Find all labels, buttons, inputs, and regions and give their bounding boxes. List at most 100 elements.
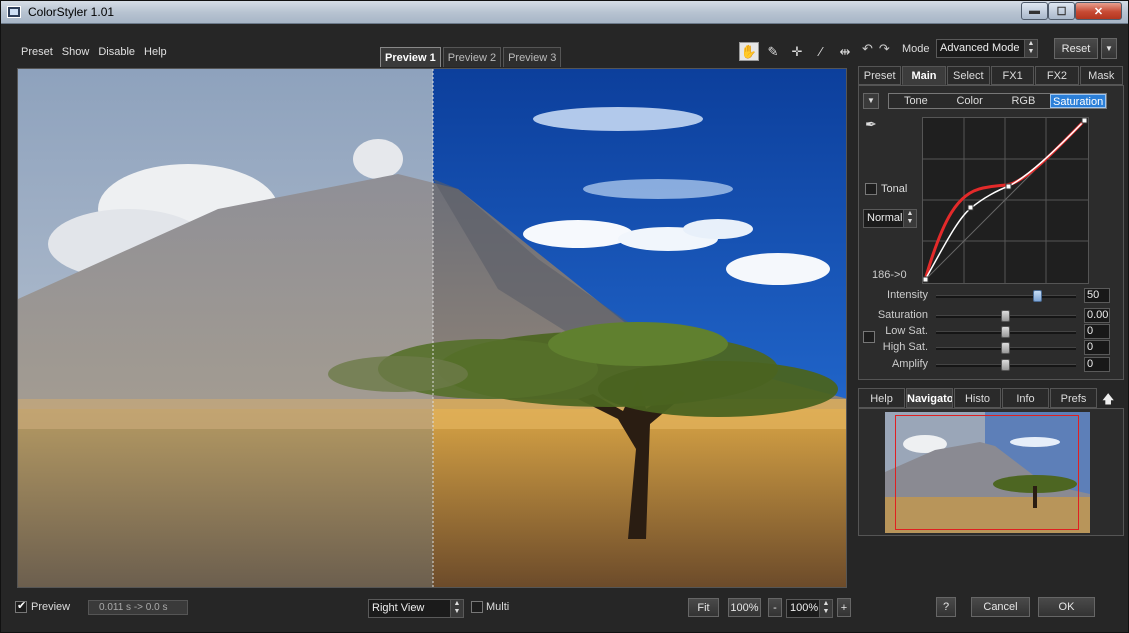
undo-icon[interactable]: ↶ (862, 41, 873, 57)
cancel-button[interactable]: Cancel (971, 597, 1030, 617)
saturation-thumb[interactable] (1001, 310, 1010, 322)
intensity-thumb[interactable] (1033, 290, 1042, 302)
help-button[interactable]: ? (936, 597, 956, 617)
close-button[interactable]: ✕ (1075, 2, 1122, 20)
multi-checkbox[interactable] (471, 601, 483, 613)
preview-image (18, 69, 846, 587)
app-logo-icon (7, 6, 21, 18)
tab-info[interactable]: Info (1002, 388, 1049, 408)
tonal-checkbox-group: Tonal (865, 183, 907, 195)
tab-histo[interactable]: Histo (954, 388, 1001, 408)
zoom-100-button[interactable]: 100% (728, 598, 761, 617)
low-sat-value[interactable]: 0 (1084, 324, 1110, 339)
tab-help[interactable]: Help (858, 388, 905, 408)
mode-select-arrows-icon: ▲ ▼ (1024, 40, 1037, 57)
high-sat-value[interactable]: 0 (1084, 340, 1110, 355)
menu-help[interactable]: Help (144, 46, 167, 58)
curve-point[interactable] (1081, 117, 1088, 124)
preview-checkbox[interactable] (15, 599, 27, 613)
low-sat-slider-row: Low Sat. 0 (861, 324, 1119, 340)
ok-button[interactable]: OK (1038, 597, 1095, 617)
zoom-in-button[interactable]: + (837, 598, 851, 617)
image-preview[interactable] (17, 68, 847, 588)
preview-tabs: Preview 1 Preview 2 Preview 3 (380, 47, 562, 67)
window-title: ColorStyler 1.01 (28, 5, 115, 19)
view-mode-value: Right View (372, 602, 425, 614)
menu-preset[interactable]: Preset (21, 46, 53, 58)
subtab-tone[interactable]: Tone (889, 94, 943, 108)
preview-toggle: Preview (15, 599, 70, 613)
view-mode-arrows-icon: ▲ ▼ (450, 600, 463, 617)
blend-mode-select[interactable]: Normal ▲ ▼ (863, 209, 917, 228)
menu-disable[interactable]: Disable (98, 46, 135, 58)
mode-select[interactable]: Advanced Mode ▲ ▼ (936, 39, 1038, 58)
view-mode-select[interactable]: Right View ▲ ▼ (368, 599, 464, 618)
crosshair-tool-icon[interactable]: ✛ (787, 42, 807, 61)
saturation-value[interactable]: 0.00 (1084, 308, 1110, 323)
curve-point[interactable] (922, 276, 929, 283)
amplify-slider-row: Amplify 0 (861, 357, 1119, 373)
tab-fx2[interactable]: FX2 (1035, 66, 1079, 85)
tonal-label: Tonal (881, 183, 908, 195)
tab-fx1[interactable]: FX1 (990, 66, 1035, 85)
curve-picker-icon[interactable]: ✒ (865, 116, 877, 133)
eyedropper-tool-icon[interactable]: ✎ (763, 42, 783, 61)
maximize-button[interactable]: ☐ (1048, 2, 1075, 20)
tab-preview-1[interactable]: Preview 1 (380, 47, 441, 67)
intensity-track[interactable] (936, 295, 1076, 298)
multi-label: Multi (486, 601, 510, 613)
navigator-viewport-rect[interactable] (895, 415, 1079, 530)
tab-navigator[interactable]: Navigator (906, 388, 953, 408)
hand-tool-icon[interactable]: ✋ (739, 42, 759, 61)
curve-point[interactable] (1005, 183, 1012, 190)
curve-subtabs: Tone Color RGB Saturation (888, 93, 1107, 109)
zoom-out-button[interactable]: - (768, 598, 782, 617)
tonal-checkbox[interactable] (865, 183, 877, 195)
curve-point[interactable] (967, 204, 974, 211)
saturation-slider-row: Saturation 0.00 (861, 308, 1119, 324)
mode-label: Mode (902, 43, 930, 55)
minimize-icon: ▬ (1029, 5, 1040, 17)
tab-preview-2[interactable]: Preview 2 (442, 47, 502, 67)
subtab-saturation[interactable]: Saturation (1050, 94, 1106, 108)
saturation-label: Saturation (877, 309, 928, 321)
zoom-value: 100% (790, 602, 819, 614)
brush-tool-icon[interactable]: ⁄ (811, 42, 831, 61)
redo-icon[interactable]: ↷ (879, 41, 890, 57)
tab-select[interactable]: Select (946, 66, 990, 85)
high-sat-slider-row: High Sat. 0 (861, 340, 1119, 356)
menu-show[interactable]: Show (62, 46, 90, 58)
zoom-select[interactable]: 100% ▲ ▼ (786, 599, 833, 618)
tab-prefs[interactable]: Prefs (1050, 388, 1097, 408)
tab-main[interactable]: Main (902, 66, 946, 85)
split-view-tool-icon[interactable]: ⇹ (835, 42, 855, 61)
curve-graph (922, 117, 1088, 283)
amplify-label: Amplify (891, 358, 928, 370)
subtab-color[interactable]: Color (943, 94, 997, 108)
tab-preview-3[interactable]: Preview 3 (503, 47, 562, 67)
view-toolbar: ✋ ✎ ✛ ⁄ ⇹ (739, 42, 855, 61)
subtabs-dropdown-icon[interactable]: ▼ (863, 93, 879, 109)
amplify-value[interactable]: 0 (1084, 357, 1110, 372)
low-sat-thumb[interactable] (1001, 326, 1010, 338)
high-sat-thumb[interactable] (1001, 342, 1010, 354)
close-icon: ✕ (1093, 5, 1104, 18)
amplify-thumb[interactable] (1001, 359, 1010, 371)
saturation-curve-editor[interactable] (922, 117, 1089, 284)
tab-preset[interactable]: Preset (858, 66, 902, 85)
blend-mode-arrows-icon: ▲ ▼ (903, 210, 916, 227)
multi-toggle: Multi (471, 601, 509, 613)
undo-redo-group: ↶ ↷ (862, 41, 890, 57)
render-timing: 0.011 s -> 0.0 s (88, 600, 188, 615)
tab-mask[interactable]: Mask (1079, 66, 1123, 85)
reset-dropdown-button[interactable]: ▼ (1101, 38, 1117, 59)
intensity-value[interactable]: 50 (1084, 288, 1110, 303)
fit-button[interactable]: Fit (688, 598, 719, 617)
maximize-icon: ☐ (1056, 5, 1067, 18)
minimize-button[interactable]: ▬ (1021, 2, 1048, 20)
intensity-slider-row: Intensity 50 (861, 288, 1119, 304)
subtab-rgb[interactable]: RGB (997, 94, 1051, 108)
reset-button[interactable]: Reset (1054, 38, 1098, 59)
low-sat-label: Low Sat. (885, 325, 928, 337)
menu-bar: Preset Show Disable Help (21, 46, 167, 58)
